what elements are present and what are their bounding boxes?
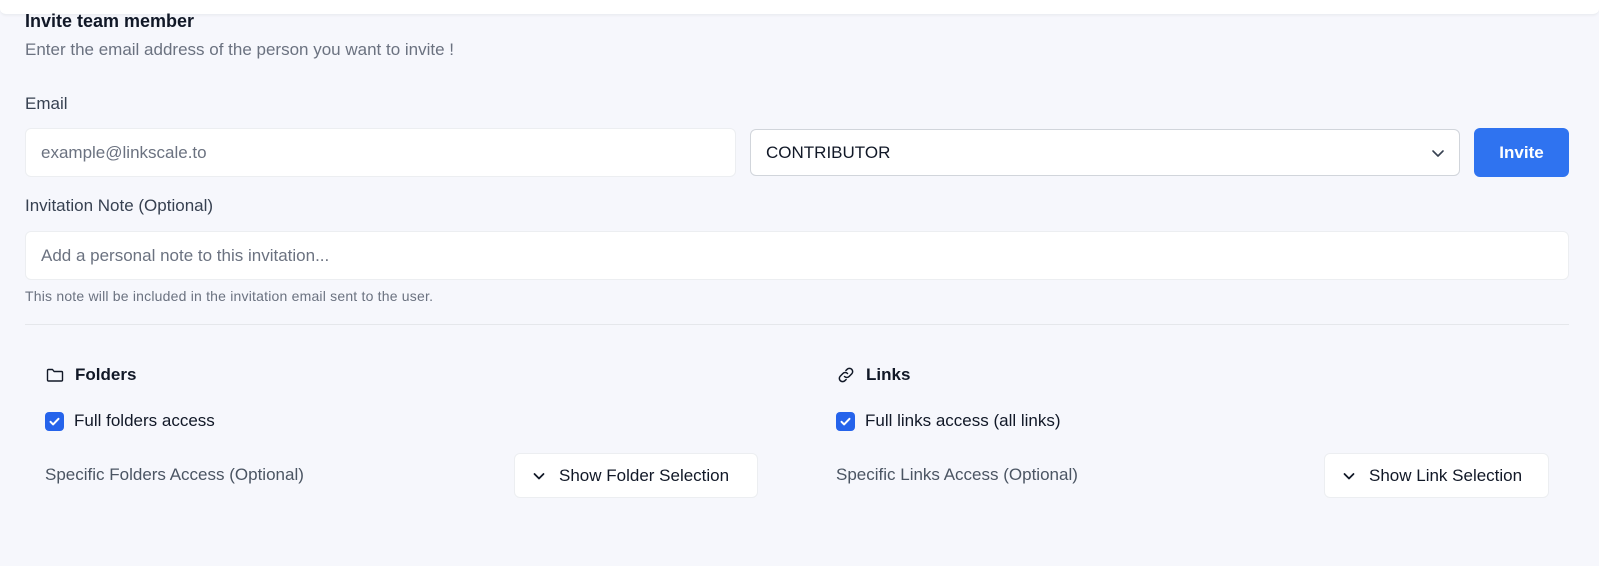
full-links-access-label: Full links access (all links) bbox=[865, 411, 1061, 430]
invitation-note-input[interactable]: Add a personal note to this invitation..… bbox=[25, 231, 1569, 280]
role-select-value: CONTRIBUTOR bbox=[766, 142, 891, 162]
divider bbox=[25, 324, 1569, 325]
specific-links-label: Specific Links Access (Optional) bbox=[836, 465, 1078, 484]
invitation-note-label: Invitation Note (Optional) bbox=[25, 196, 214, 215]
checkbox-checked-icon[interactable] bbox=[45, 411, 64, 431]
email-field[interactable]: example@linkscale.to bbox=[25, 128, 736, 177]
folders-title: Folders bbox=[75, 365, 137, 384]
show-folder-selection-label: Show Folder Selection bbox=[559, 465, 730, 485]
page-bottom-band bbox=[0, 556, 1599, 566]
invitation-note-placeholder: Add a personal note to this invitation..… bbox=[41, 245, 330, 265]
links-title: Links bbox=[866, 365, 911, 384]
show-folder-selection-button[interactable]: Show Folder Selection bbox=[514, 453, 758, 498]
show-link-selection-label: Show Link Selection bbox=[1369, 465, 1523, 485]
chevron-down-icon bbox=[531, 468, 547, 484]
folder-icon bbox=[45, 365, 65, 385]
links-section-title: Links bbox=[836, 365, 910, 385]
chevron-down-icon bbox=[1429, 144, 1447, 162]
invite-button[interactable]: Invite bbox=[1474, 128, 1569, 177]
role-select[interactable]: CONTRIBUTOR bbox=[750, 129, 1460, 176]
page-subtitle: Enter the email address of the person yo… bbox=[25, 40, 455, 59]
show-link-selection-button[interactable]: Show Link Selection bbox=[1324, 453, 1549, 498]
invitation-note-hint: This note will be included in the invita… bbox=[25, 288, 434, 304]
email-label: Email bbox=[25, 94, 68, 113]
link-icon bbox=[836, 365, 856, 385]
chevron-down-icon bbox=[1341, 468, 1357, 484]
page-title: Invite team member bbox=[25, 11, 195, 31]
folders-section-title: Folders bbox=[45, 365, 136, 385]
full-folders-access-checkbox[interactable]: Full folders access bbox=[45, 411, 215, 431]
checkbox-checked-icon[interactable] bbox=[836, 411, 855, 431]
specific-folders-label: Specific Folders Access (Optional) bbox=[45, 465, 304, 484]
full-folders-access-label: Full folders access bbox=[74, 411, 215, 430]
full-links-access-checkbox[interactable]: Full links access (all links) bbox=[836, 411, 1061, 431]
email-placeholder: example@linkscale.to bbox=[41, 142, 207, 162]
